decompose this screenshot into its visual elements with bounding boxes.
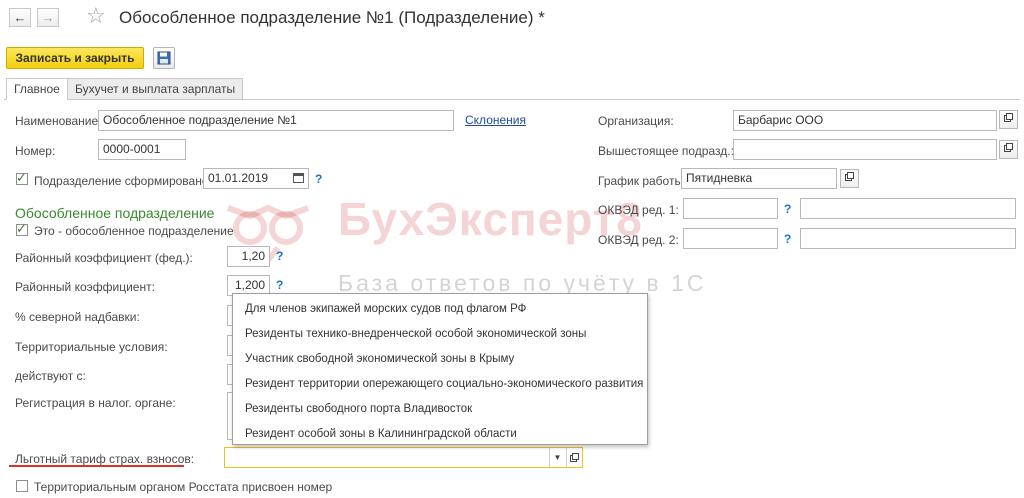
tab-main[interactable]: Главное bbox=[6, 78, 68, 100]
parent-unit-label: Вышестоящее подразд.: bbox=[598, 144, 734, 158]
back-button[interactable]: ← bbox=[9, 8, 31, 27]
check-icon: ✓ bbox=[16, 221, 27, 236]
open-organization-button[interactable] bbox=[999, 110, 1018, 129]
dropdown-option[interactable]: Резидент территории опережающего социаль… bbox=[245, 378, 643, 390]
dropdown-option[interactable]: Резиденты технико-внедренческой особой э… bbox=[245, 328, 586, 340]
separate-label: Это - обособленное подразделение bbox=[34, 224, 234, 238]
open-form-icon bbox=[845, 172, 854, 181]
arrow-right-icon: → bbox=[41, 10, 55, 25]
save-and-close-button[interactable]: Записать и закрыть bbox=[6, 47, 144, 69]
highlight-underline bbox=[9, 465, 184, 467]
help-icon[interactable]: ? bbox=[315, 172, 322, 186]
preferential-tariff-label: Льготный тариф страх. взносов: bbox=[15, 452, 195, 466]
open-form-icon bbox=[1004, 143, 1013, 152]
parent-unit-field[interactable] bbox=[733, 139, 997, 160]
open-button[interactable] bbox=[566, 448, 582, 467]
dropdown-option[interactable]: Участник свободной экономической зоны в … bbox=[245, 353, 514, 365]
star-icon[interactable]: ☆ bbox=[86, 4, 106, 28]
okved2-label: ОКВЭД ред. 2: bbox=[598, 233, 679, 247]
territorial-label: Территориальные условия: bbox=[15, 340, 168, 354]
regional-label: Районный коэффициент: bbox=[15, 280, 155, 294]
okved2-name-field[interactable] bbox=[800, 228, 1016, 249]
regional-fed-label: Районный коэффициент (фед.): bbox=[15, 251, 193, 265]
okved1-name-field[interactable] bbox=[800, 198, 1016, 219]
open-form-icon bbox=[570, 453, 579, 462]
help-icon[interactable]: ? bbox=[784, 232, 791, 246]
tab-accounting-payroll[interactable]: Бухучет и выплата зарплаты bbox=[67, 78, 244, 100]
tariff-dropdown-list: Для членов экипажей морских судов под фл… bbox=[232, 293, 648, 445]
open-schedule-button[interactable] bbox=[840, 169, 859, 188]
open-parent-unit-button[interactable] bbox=[999, 140, 1018, 159]
dropdown-option[interactable]: Резиденты свободного порта Владивосток bbox=[245, 403, 472, 415]
chevron-down-icon: ▼ bbox=[553, 453, 562, 462]
schedule-field[interactable]: Пятидневка bbox=[681, 168, 837, 189]
help-icon[interactable]: ? bbox=[784, 202, 791, 216]
rosstat-checkbox[interactable] bbox=[16, 480, 28, 492]
forward-button[interactable]: → bbox=[37, 8, 59, 27]
valid-from-label: действуют с: bbox=[15, 369, 86, 383]
help-icon[interactable]: ? bbox=[276, 249, 283, 263]
preferential-tariff-field[interactable]: ▼ bbox=[224, 447, 583, 468]
floppy-disk-icon bbox=[157, 51, 171, 65]
declension-link[interactable]: Склонения bbox=[465, 113, 526, 127]
help-icon[interactable]: ? bbox=[276, 278, 283, 292]
check-icon: ✓ bbox=[16, 170, 27, 185]
name-label: Наименование: bbox=[15, 114, 102, 128]
open-form-icon bbox=[1004, 113, 1013, 122]
regional-fed-field[interactable]: 1,20 bbox=[227, 246, 270, 267]
organization-label: Организация: bbox=[598, 114, 674, 128]
okved1-code-field[interactable] bbox=[683, 198, 778, 219]
section-title: Обособленное подразделение bbox=[15, 205, 215, 221]
dropdown-option[interactable]: Для членов экипажей морских судов под фл… bbox=[245, 303, 526, 315]
okved2-code-field[interactable] bbox=[683, 228, 778, 249]
calendar-button[interactable] bbox=[289, 169, 308, 188]
rosstat-label: Территориальным органом Росстата присвое… bbox=[34, 480, 333, 494]
number-field[interactable]: 0000-0001 bbox=[98, 139, 186, 160]
okved1-label: ОКВЭД ред. 1: bbox=[598, 203, 679, 217]
organization-field[interactable]: Барбарис ООО bbox=[733, 110, 997, 131]
page-title: Обособленное подразделение №1 (Подраздел… bbox=[119, 8, 545, 27]
dropdown-button[interactable]: ▼ bbox=[549, 448, 565, 467]
tax-reg-label: Регистрация в налог. органе: bbox=[15, 396, 176, 410]
arrow-left-icon: ← bbox=[13, 10, 27, 25]
schedule-label: График работы: bbox=[598, 174, 687, 188]
northern-label: % северной надбавки: bbox=[15, 310, 140, 324]
calendar-icon bbox=[293, 173, 304, 183]
name-field[interactable]: Обособленное подразделение №1 bbox=[98, 110, 454, 131]
formed-label: Подразделение сформировано bbox=[34, 174, 209, 188]
number-label: Номер: bbox=[15, 144, 56, 158]
save-button[interactable] bbox=[153, 47, 175, 69]
dropdown-option[interactable]: Резидент особой зоны в Калининградской о… bbox=[245, 428, 517, 440]
